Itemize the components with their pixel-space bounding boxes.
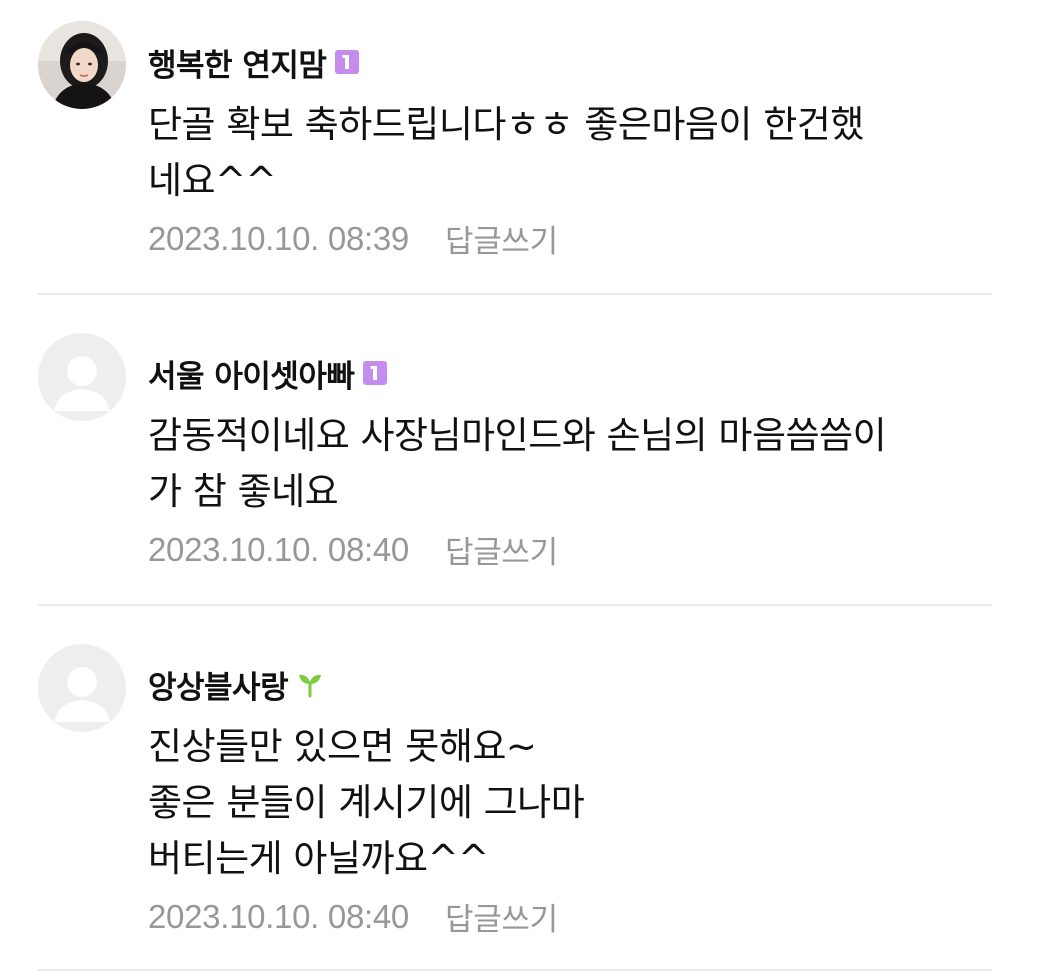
divider — [38, 604, 992, 606]
nickname-row: 앙상블사랑 — [148, 662, 325, 707]
nickname-row: 서울 아이셋아빠 — [148, 351, 388, 396]
avatar[interactable] — [38, 333, 126, 421]
comment-content: 감동적이네요 사장님마인드와 손님의 마음씀씀이 가 참 좋네요 — [148, 414, 887, 513]
comment-meta: 2023.10.10. 08:39 답글쓰기 — [148, 216, 558, 261]
comment-content: 진상들만 있으면 못해요~ 좋은 분들이 계시기에 그나마 버티는게 아닐까요^… — [148, 725, 585, 880]
nickname[interactable]: 앙상블사랑 — [148, 662, 289, 707]
comment-date: 2023.10.10. 08:39 — [148, 219, 409, 257]
reply-button[interactable]: 답글쓰기 — [445, 894, 558, 939]
comment-date: 2023.10.10. 08:40 — [148, 897, 409, 935]
comment-content: 단골 확보 축하드립니다ㅎㅎ 좋은마음이 한건했 네요^^ — [148, 103, 864, 202]
avatar[interactable] — [38, 644, 126, 732]
nickname-row: 행복한 연지맘 — [148, 40, 360, 85]
avatar[interactable] — [38, 21, 126, 109]
nickname[interactable]: 서울 아이셋아빠 — [148, 351, 355, 396]
comment-meta: 2023.10.10. 08:40 답글쓰기 — [148, 527, 558, 572]
divider — [38, 293, 992, 295]
profile-photo-icon — [38, 21, 126, 109]
reply-button[interactable]: 답글쓰기 — [445, 527, 558, 572]
comment-meta: 2023.10.10. 08:40 답글쓰기 — [148, 894, 558, 939]
sprout-icon — [295, 670, 325, 698]
divider — [38, 969, 992, 971]
level-badge-icon — [363, 361, 388, 385]
default-avatar-icon — [38, 644, 126, 732]
default-avatar-icon — [38, 333, 126, 421]
comment-date: 2023.10.10. 08:40 — [148, 530, 409, 568]
level-badge-icon — [335, 50, 360, 74]
reply-button[interactable]: 답글쓰기 — [445, 216, 558, 261]
nickname[interactable]: 행복한 연지맘 — [148, 40, 327, 85]
